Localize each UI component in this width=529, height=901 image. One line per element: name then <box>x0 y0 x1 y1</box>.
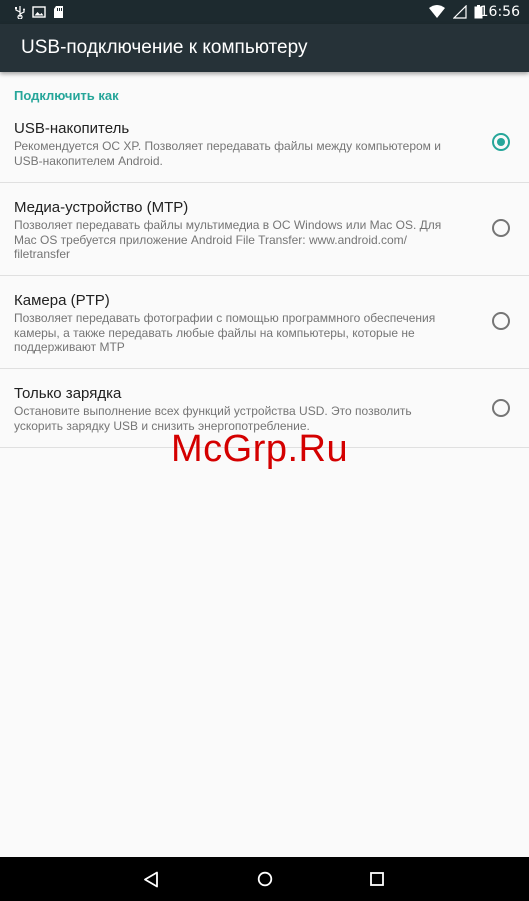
page-title: USB-подключение к компьютеру <box>21 37 308 58</box>
option-title: USB-накопитель <box>14 120 130 137</box>
option-title: Только зарядка <box>14 385 122 402</box>
status-bar: 16:56 <box>0 0 529 24</box>
home-icon[interactable] <box>257 871 273 887</box>
watermark: McGrp.Ru <box>171 428 349 470</box>
radio-unselected-icon[interactable] <box>492 219 510 237</box>
sd-card-icon <box>54 6 63 18</box>
option-title: Медиа-устройство (MTP) <box>14 199 189 216</box>
usb-icon <box>15 6 25 19</box>
image-icon <box>32 6 46 18</box>
radio-unselected-icon[interactable] <box>492 312 510 330</box>
option-title: Камера (PTP) <box>14 292 110 309</box>
option-mtp[interactable]: Медиа-устройство (MTP) Позволяет передав… <box>0 183 529 276</box>
wifi-icon <box>429 5 445 18</box>
back-icon[interactable] <box>143 871 159 888</box>
recents-icon[interactable] <box>370 872 384 886</box>
radio-unselected-icon[interactable] <box>492 399 510 417</box>
status-time: 16:56 <box>479 4 520 20</box>
option-description: Позволяет передавать фотографии с помощь… <box>14 311 436 354</box>
option-description: Рекомендуется ОС XP. Позволяет передават… <box>14 139 441 168</box>
signal-icon <box>453 5 467 19</box>
section-header: Подключить как <box>14 88 119 103</box>
app-bar: USB-подключение к компьютеру <box>0 24 529 72</box>
option-description: Позволяет передавать файлы мультимедиа в… <box>14 218 442 261</box>
option-ptp[interactable]: Камера (PTP) Позволяет передавать фотогр… <box>0 276 529 369</box>
option-usb-storage[interactable]: USB-накопитель Рекомендуется ОС XP. Позв… <box>0 110 529 183</box>
nav-bar <box>0 857 529 901</box>
radio-selected-icon[interactable] <box>492 133 510 151</box>
